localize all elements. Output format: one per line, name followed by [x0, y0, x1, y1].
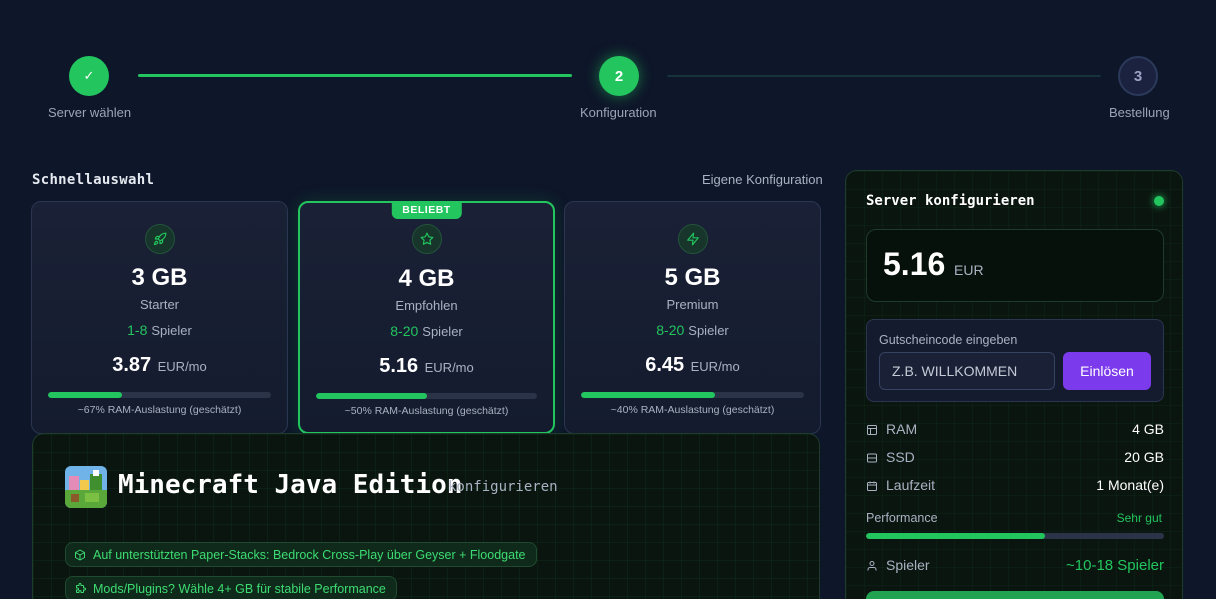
plan-players: 8-20 Spieler: [565, 322, 820, 338]
game-panel: Minecraft Java Edition konfigurieren Auf…: [32, 433, 820, 599]
spec-ram-value: 4 GB: [1132, 421, 1164, 437]
server-config-panel: Server konfigurieren 5.16 EUR Gutscheinc…: [845, 170, 1183, 599]
storage-icon: [866, 451, 878, 467]
plan-load-bar: [316, 393, 537, 399]
crossplay-info-chip: Auf unterstützten Paper-Stacks: Bedrock …: [65, 542, 537, 567]
plan-tier: Starter: [139, 297, 179, 312]
plan-price: 6.45 EUR/mo: [565, 354, 820, 377]
custom-config-link[interactable]: Eigene Konfiguration: [702, 172, 823, 187]
plan-players: 1-8 Spieler: [32, 322, 287, 338]
plan-price: 5.16 EUR/mo: [300, 355, 553, 378]
plan-load-bar: [581, 392, 804, 398]
plan-card-4gb[interactable]: BELIEBT 4 GB Empfohlen 8-20 Spieler 5.16 …: [298, 201, 555, 434]
plan-price-unit: EUR/mo: [424, 360, 474, 375]
rocket-icon: [144, 224, 175, 254]
minecraft-logo-icon: [65, 466, 107, 508]
plan-load-note: ~40% RAM-Auslastung (geschätzt): [610, 404, 775, 416]
plan-players-range: 8-20: [390, 323, 419, 339]
plan-price-amount: 5.16: [379, 355, 419, 377]
spec-players-value: ~10-18 Spieler: [1066, 557, 1164, 574]
spec-row-ssd: SSD 20 GB: [866, 447, 1164, 467]
plan-price-amount: 6.45: [645, 354, 685, 376]
performance-bar-fill: [866, 533, 1045, 539]
plan-players-range: 8-20: [656, 322, 685, 338]
performance-label: Performance: [866, 511, 938, 525]
spec-runtime-value: 1 Monat(e): [1096, 477, 1164, 493]
spec-runtime-label: Laufzeit: [886, 477, 936, 493]
config-title: Server konfigurieren: [866, 193, 1035, 209]
total-price: 5.16: [883, 246, 946, 282]
redeem-coupon-button[interactable]: Einlösen: [1063, 352, 1151, 390]
cube-icon: [75, 549, 85, 560]
spec-row-runtime: Laufzeit 1 Monat(e): [866, 475, 1164, 495]
continue-button[interactable]: [866, 591, 1164, 599]
plan-players-suffix: Spieler: [422, 324, 463, 339]
spec-row-ram: RAM 4 GB: [866, 419, 1164, 439]
plan-ram: 3 GB: [131, 264, 188, 291]
plan-players-suffix: Spieler: [151, 323, 192, 338]
performance-value: Sehr gut: [1116, 511, 1162, 525]
plan-tier: Empfohlen: [395, 298, 458, 313]
memory-icon: [866, 423, 878, 439]
coupon-label: Gutscheincode eingeben: [879, 333, 1018, 347]
step-connector-pending: [667, 75, 1101, 77]
plan-load-note: ~50% RAM-Auslastung (geschätzt): [344, 405, 509, 417]
spec-players-label: Spieler: [886, 557, 930, 573]
game-subtitle: konfigurieren: [448, 479, 558, 495]
total-price-box: 5.16 EUR: [866, 229, 1164, 302]
popular-badge: BELIEBT: [391, 201, 462, 219]
quick-select-title: Schnellauswahl: [32, 172, 155, 188]
users-icon: [866, 559, 878, 575]
plan-players: 8-20 Spieler: [300, 323, 553, 339]
step-1-circle[interactable]: ✓: [69, 56, 109, 96]
step-3-circle: 3: [1118, 56, 1158, 96]
plan-players-range: 1-8: [127, 322, 148, 338]
plan-ram: 4 GB: [398, 265, 455, 292]
plan-ram: 5 GB: [664, 264, 721, 291]
spec-ssd-label: SSD: [886, 449, 915, 465]
plan-card-3gb[interactable]: 3 GB Starter 1-8 Spieler 3.87 EUR/mo ~67%…: [31, 201, 288, 434]
plan-load-bar-fill: [316, 393, 427, 399]
total-price-currency: EUR: [954, 262, 984, 278]
spec-row-players: Spieler ~10-18 Spieler: [866, 555, 1164, 575]
coupon-input[interactable]: [879, 352, 1055, 390]
plan-load-bar-fill: [581, 392, 715, 398]
lightning-icon: [677, 224, 708, 254]
spec-ssd-value: 20 GB: [1124, 449, 1164, 465]
plan-price: 3.87 EUR/mo: [32, 354, 287, 377]
progress-stepper: ✓ 2 3 Server wählen Konfiguration Bestel…: [0, 0, 1216, 140]
plan-card-5gb[interactable]: 5 GB Premium 8-20 Spieler 6.45 EUR/mo ~40…: [564, 201, 821, 434]
plan-players-suffix: Spieler: [688, 323, 729, 338]
step-2-label: Konfiguration: [580, 105, 657, 120]
plan-price-amount: 3.87: [112, 354, 152, 376]
step-2-circle: 2: [599, 56, 639, 96]
performance-bar: [866, 533, 1164, 539]
plan-tier: Premium: [666, 297, 719, 312]
spec-ram-label: RAM: [886, 421, 918, 437]
step-3-label: Bestellung: [1109, 105, 1170, 120]
plan-price-unit: EUR/mo: [157, 359, 207, 374]
step-connector-completed: [138, 74, 572, 77]
plan-load-note: ~67% RAM-Auslastung (geschätzt): [77, 404, 242, 416]
crossplay-info-text: Auf unterstützten Paper-Stacks: Bedrock …: [93, 547, 526, 562]
coupon-box: Gutscheincode eingeben Einlösen: [866, 319, 1164, 402]
mods-info-text: Mods/Plugins? Wähle 4+ GB für stabile Pe…: [93, 581, 386, 596]
mods-info-chip: Mods/Plugins? Wähle 4+ GB für stabile Pe…: [65, 576, 397, 599]
plan-load-bar: [48, 392, 271, 398]
game-title: Minecraft Java Edition: [118, 470, 463, 500]
step-1-label[interactable]: Server wählen: [48, 105, 131, 120]
puzzle-icon: [76, 582, 86, 593]
calendar-icon: [866, 479, 878, 495]
plan-load-bar-fill: [48, 392, 122, 398]
plan-price-unit: EUR/mo: [690, 359, 740, 374]
star-icon: [411, 224, 442, 254]
status-dot: [1154, 196, 1164, 206]
